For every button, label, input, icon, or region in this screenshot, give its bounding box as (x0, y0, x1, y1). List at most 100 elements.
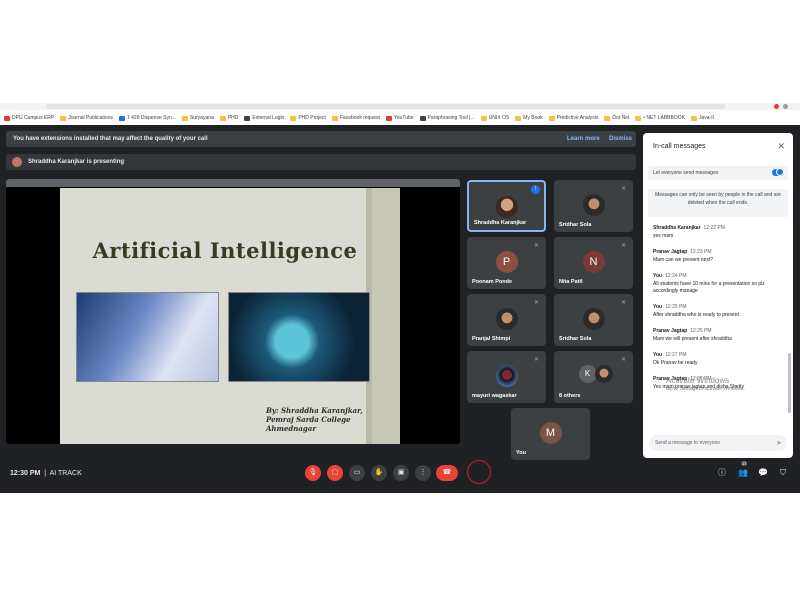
message-header: Shraddha Karanjkar 12:22 PM (653, 225, 785, 231)
bookmark-item[interactable]: PHD Project (290, 112, 326, 124)
camera-off-button[interactable]: ▢ (327, 465, 343, 481)
bookmark-item[interactable]: YouTube (385, 112, 414, 124)
message-time: 12:24 PM (665, 273, 687, 279)
people-icon[interactable]: 👥 (737, 467, 749, 479)
participant-tile[interactable]: ✕ Sridhar Sola (554, 294, 633, 346)
extensions-warning-text: You have extensions installed that may a… (13, 136, 208, 142)
bookmark-folder-icon (480, 115, 487, 121)
bookmark-item[interactable]: Dot Net (604, 112, 629, 124)
bookmark-item[interactable]: Predictive Analysis (548, 112, 599, 124)
bookmark-label: 1 428 Dispense Syn... (126, 115, 176, 121)
cursor-highlight (467, 460, 491, 484)
bookmark-label: UNIX OS (488, 115, 510, 121)
present-button[interactable]: ▣ (393, 465, 409, 481)
participant-avatar: P (495, 251, 518, 273)
meeting-name: AI TRACK (49, 470, 82, 477)
host-controls-icon[interactable]: ⛉ (777, 467, 789, 479)
chat-title: In-call messages (653, 143, 706, 150)
participant-avatar: N (582, 251, 605, 273)
bookmark-item[interactable]: Journal Publications (60, 112, 113, 124)
bookmark-item[interactable]: Suryayana (181, 112, 214, 124)
participant-avatar (495, 196, 518, 218)
raise-hand-button[interactable]: ✋ (371, 465, 387, 481)
more-options-button[interactable]: ⋮ (415, 465, 431, 481)
participant-tile[interactable]: N ✕ Nita Patil (554, 237, 633, 289)
bookmark-folder-icon (118, 115, 125, 121)
bookmark-label: Java-II (698, 115, 714, 121)
meet-app: You have extensions installed that may a… (0, 125, 800, 493)
participant-name: Nita Patil (559, 279, 583, 285)
bookmark-item[interactable]: PHD (219, 112, 238, 124)
meeting-details-icon[interactable]: ⓘ (716, 467, 728, 479)
address-bar[interactable] (46, 104, 726, 109)
mic-off-icon: ✕ (621, 357, 627, 363)
presenting-text: Shraddha Karanjkar is presenting (28, 159, 125, 165)
participant-avatar (495, 308, 518, 330)
mic-off-icon: ✕ (534, 243, 540, 249)
chat-input[interactable]: Send a message to everyone ➤ (649, 435, 787, 451)
leave-call-button[interactable]: ☎ (436, 465, 458, 481)
captions-button[interactable]: ▭ (349, 465, 365, 481)
bookmark-label: • NET LABBBOOK (643, 115, 685, 121)
others-tile[interactable]: K ✕ 8 others (554, 351, 633, 403)
bookmark-item[interactable]: • NET LABBBOOK (635, 112, 685, 124)
toggle-label: Let everyone send messages (653, 170, 719, 176)
presenting-banner: Shraddha Karanjkar is presenting (6, 154, 636, 170)
menu-dot-icon[interactable] (783, 104, 788, 109)
chat-message: Pranav Jagtap 12:23 PM Mam can we present … (653, 249, 785, 264)
message-header: Pranav Jagtap 12:25 PM (653, 328, 785, 334)
chat-notice: Messages can only be seen by people in t… (648, 189, 788, 217)
bookmark-item[interactable]: External Login (244, 112, 284, 124)
bookmark-item[interactable]: UNIX OS (480, 112, 510, 124)
participant-tile[interactable]: ⁞ Shraddha Karanjkar (467, 180, 546, 232)
bookmark-label: Journal Publications (68, 115, 113, 121)
author-line: Ahmednagar (266, 424, 317, 433)
chat-message: You 12:24 PM All students have 10 mins for… (653, 273, 785, 295)
bookmark-folder-icon (604, 115, 611, 121)
profile-dot-icon[interactable] (774, 104, 779, 109)
message-header: You 12:24 PM (653, 273, 785, 279)
chat-icon[interactable]: 💬 (757, 467, 769, 479)
message-text: Ok Pranav be ready (653, 360, 698, 366)
close-icon[interactable]: ✕ (777, 141, 785, 152)
bookmark-item[interactable]: Facebook request (331, 112, 380, 124)
bookmark-item[interactable]: My Book (515, 112, 543, 124)
mic-off-icon: ✕ (621, 243, 627, 249)
bookmark-label: Predictive Analysis (556, 115, 599, 121)
bookmark-label: Paraphrasing Tool |... (427, 115, 475, 121)
participant-tile[interactable]: P ✕ Poonam Ponde (467, 237, 546, 289)
people-count-badge: 17 (741, 461, 748, 466)
message-time: 12:22 PM (703, 225, 725, 231)
bookmark-item[interactable]: Paraphrasing Tool |... (419, 112, 475, 124)
message-sender: You (653, 352, 663, 358)
presenter-avatar (12, 157, 22, 167)
mic-off-button[interactable]: 🎙 (305, 465, 321, 481)
chat-scrollbar[interactable] (788, 353, 791, 413)
speaking-icon: ⁞ (531, 185, 540, 194)
learn-more-link[interactable]: Learn more (567, 136, 600, 142)
self-tile[interactable]: M You (511, 408, 590, 460)
message-text: All students have 10 mins for a presenta… (653, 281, 765, 294)
time-label: 12:30 PM (10, 470, 41, 477)
bookmark-item[interactable]: 1 428 Dispense Syn... (118, 112, 176, 124)
participant-tile[interactable]: ✕ mayuri wagaskar (467, 351, 546, 403)
message-text: yes mam (653, 233, 674, 239)
bookmark-folder-icon (60, 115, 67, 121)
bookmark-folder-icon (290, 115, 297, 121)
message-time: 12:25 PM (690, 328, 712, 334)
send-icon[interactable]: ➤ (776, 439, 782, 447)
bookmark-folder-icon (635, 115, 642, 121)
bookmark-item[interactable]: Java-II (690, 112, 714, 124)
participant-name: 8 others (559, 393, 581, 399)
message-header: You 12:27 PM (653, 352, 785, 358)
slide-toolbar (6, 179, 460, 187)
bookmark-list: DPU Campus ERP Journal Publications 1 428 … (4, 112, 714, 124)
dismiss-button[interactable]: Dismiss (609, 136, 632, 142)
call-controls-bar: 12:30 PM | AI TRACK 🎙 ▢ ▭ ✋ ▣ ⋮ ☎ ⓘ 👥 17… (0, 458, 800, 493)
send-messages-toggle[interactable] (772, 168, 784, 176)
participant-tile[interactable]: ✕ Sridhar Sola (554, 180, 633, 232)
participant-tile[interactable]: ✕ Pranjal Shimpi (467, 294, 546, 346)
slide-author: By: Shraddha Karanjkar, Pemraj Sarda Col… (266, 406, 363, 433)
bookmark-item[interactable]: DPU Campus ERP (4, 112, 54, 124)
presentation-stage[interactable]: Artificial Intelligence By: Shraddha Kar… (6, 179, 460, 444)
